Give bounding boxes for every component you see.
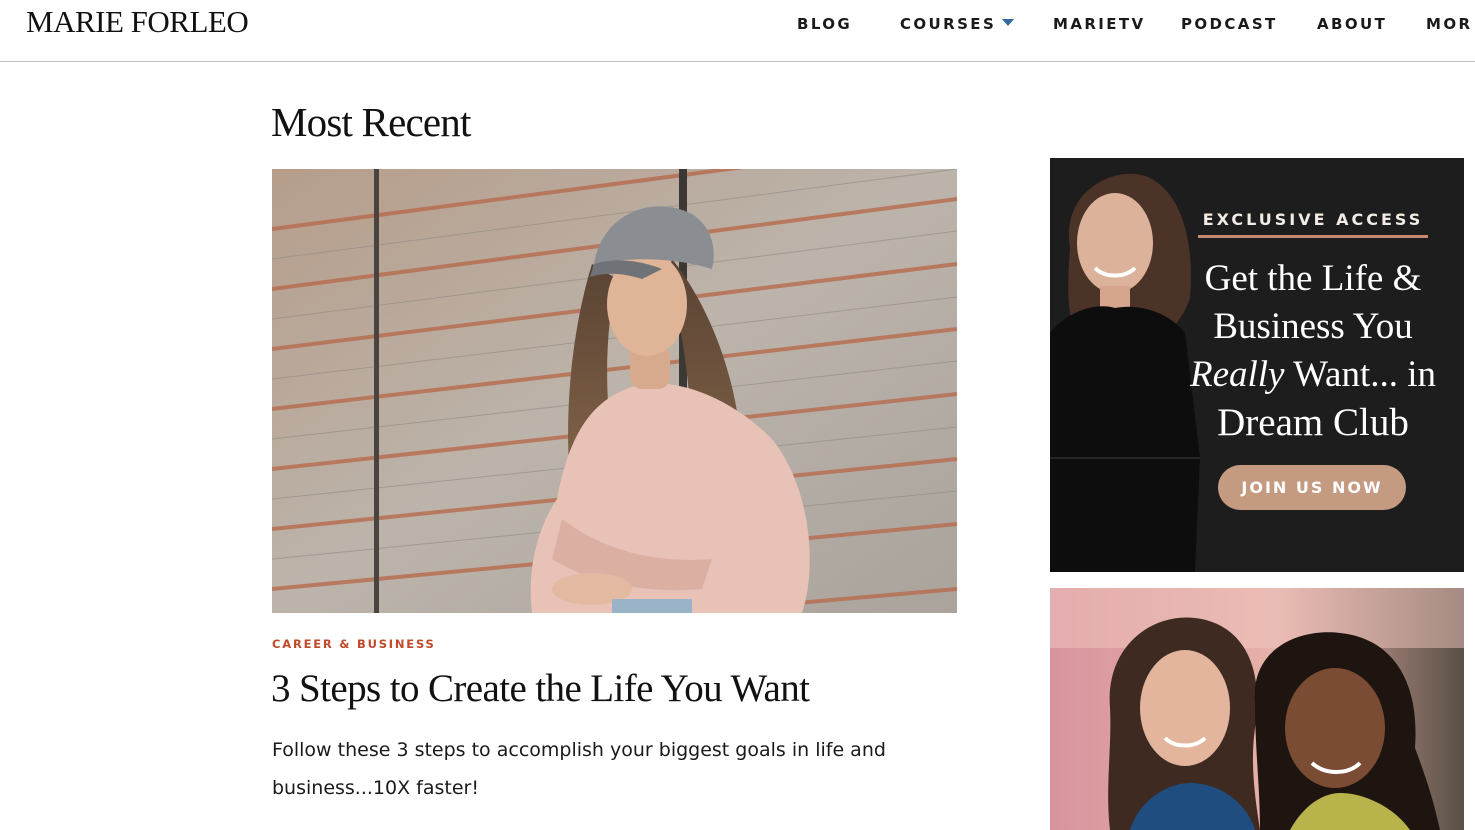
nav-item-podcast[interactable]: PODCAST — [1181, 15, 1278, 33]
post-excerpt: Follow these 3 steps to accomplish your … — [272, 739, 886, 799]
ad-headline-line-1: Get the Life & — [1204, 258, 1422, 299]
nav-item-courses-label: COURSES — [900, 15, 997, 33]
site-logo[interactable]: MARIE FORLEO — [26, 4, 249, 40]
dream-club-ad[interactable]: EXCLUSIVE ACCESS Get the Life & Business… — [1050, 158, 1464, 572]
nav-item-more[interactable]: MOR — [1426, 15, 1472, 33]
ad-headline-line-3-rest: Want... in — [1284, 354, 1437, 395]
ad-headline: Get the Life & Business You Really Want.… — [1174, 255, 1452, 447]
post-category-link[interactable]: CAREER & BUSINESS — [272, 637, 436, 651]
chevron-down-icon — [1002, 19, 1015, 26]
ad-headline-line-2: Business You — [1213, 306, 1413, 347]
nav-item-marietv[interactable]: MARIETV — [1053, 15, 1146, 33]
nav-item-courses[interactable]: COURSES — [900, 15, 1015, 33]
join-us-now-button[interactable]: JOIN US NOW — [1218, 465, 1406, 510]
nav-item-blog[interactable]: BLOG — [797, 15, 852, 33]
promo-photo — [1050, 588, 1464, 830]
nav-item-about[interactable]: ABOUT — [1317, 15, 1387, 33]
section-title: Most Recent — [271, 99, 471, 145]
ad-eyebrow-text: EXCLUSIVE ACCESS — [1202, 210, 1424, 229]
ad-headline-emphasis: Really — [1189, 354, 1285, 395]
site-header: MARIE FORLEO BLOG COURSES MARIETV PODCAS… — [0, 0, 1475, 62]
featured-post-image[interactable] — [272, 169, 957, 613]
sidebar-promo-image[interactable] — [1050, 588, 1464, 830]
ad-headline-line-4: Dream Club — [1217, 401, 1409, 444]
ad-divider — [1198, 235, 1428, 238]
post-title-link[interactable]: 3 Steps to Create the Life You Want — [271, 666, 810, 711]
ad-headline-line-3: Really Want... in — [1174, 351, 1452, 399]
featured-post-photo — [272, 169, 957, 613]
